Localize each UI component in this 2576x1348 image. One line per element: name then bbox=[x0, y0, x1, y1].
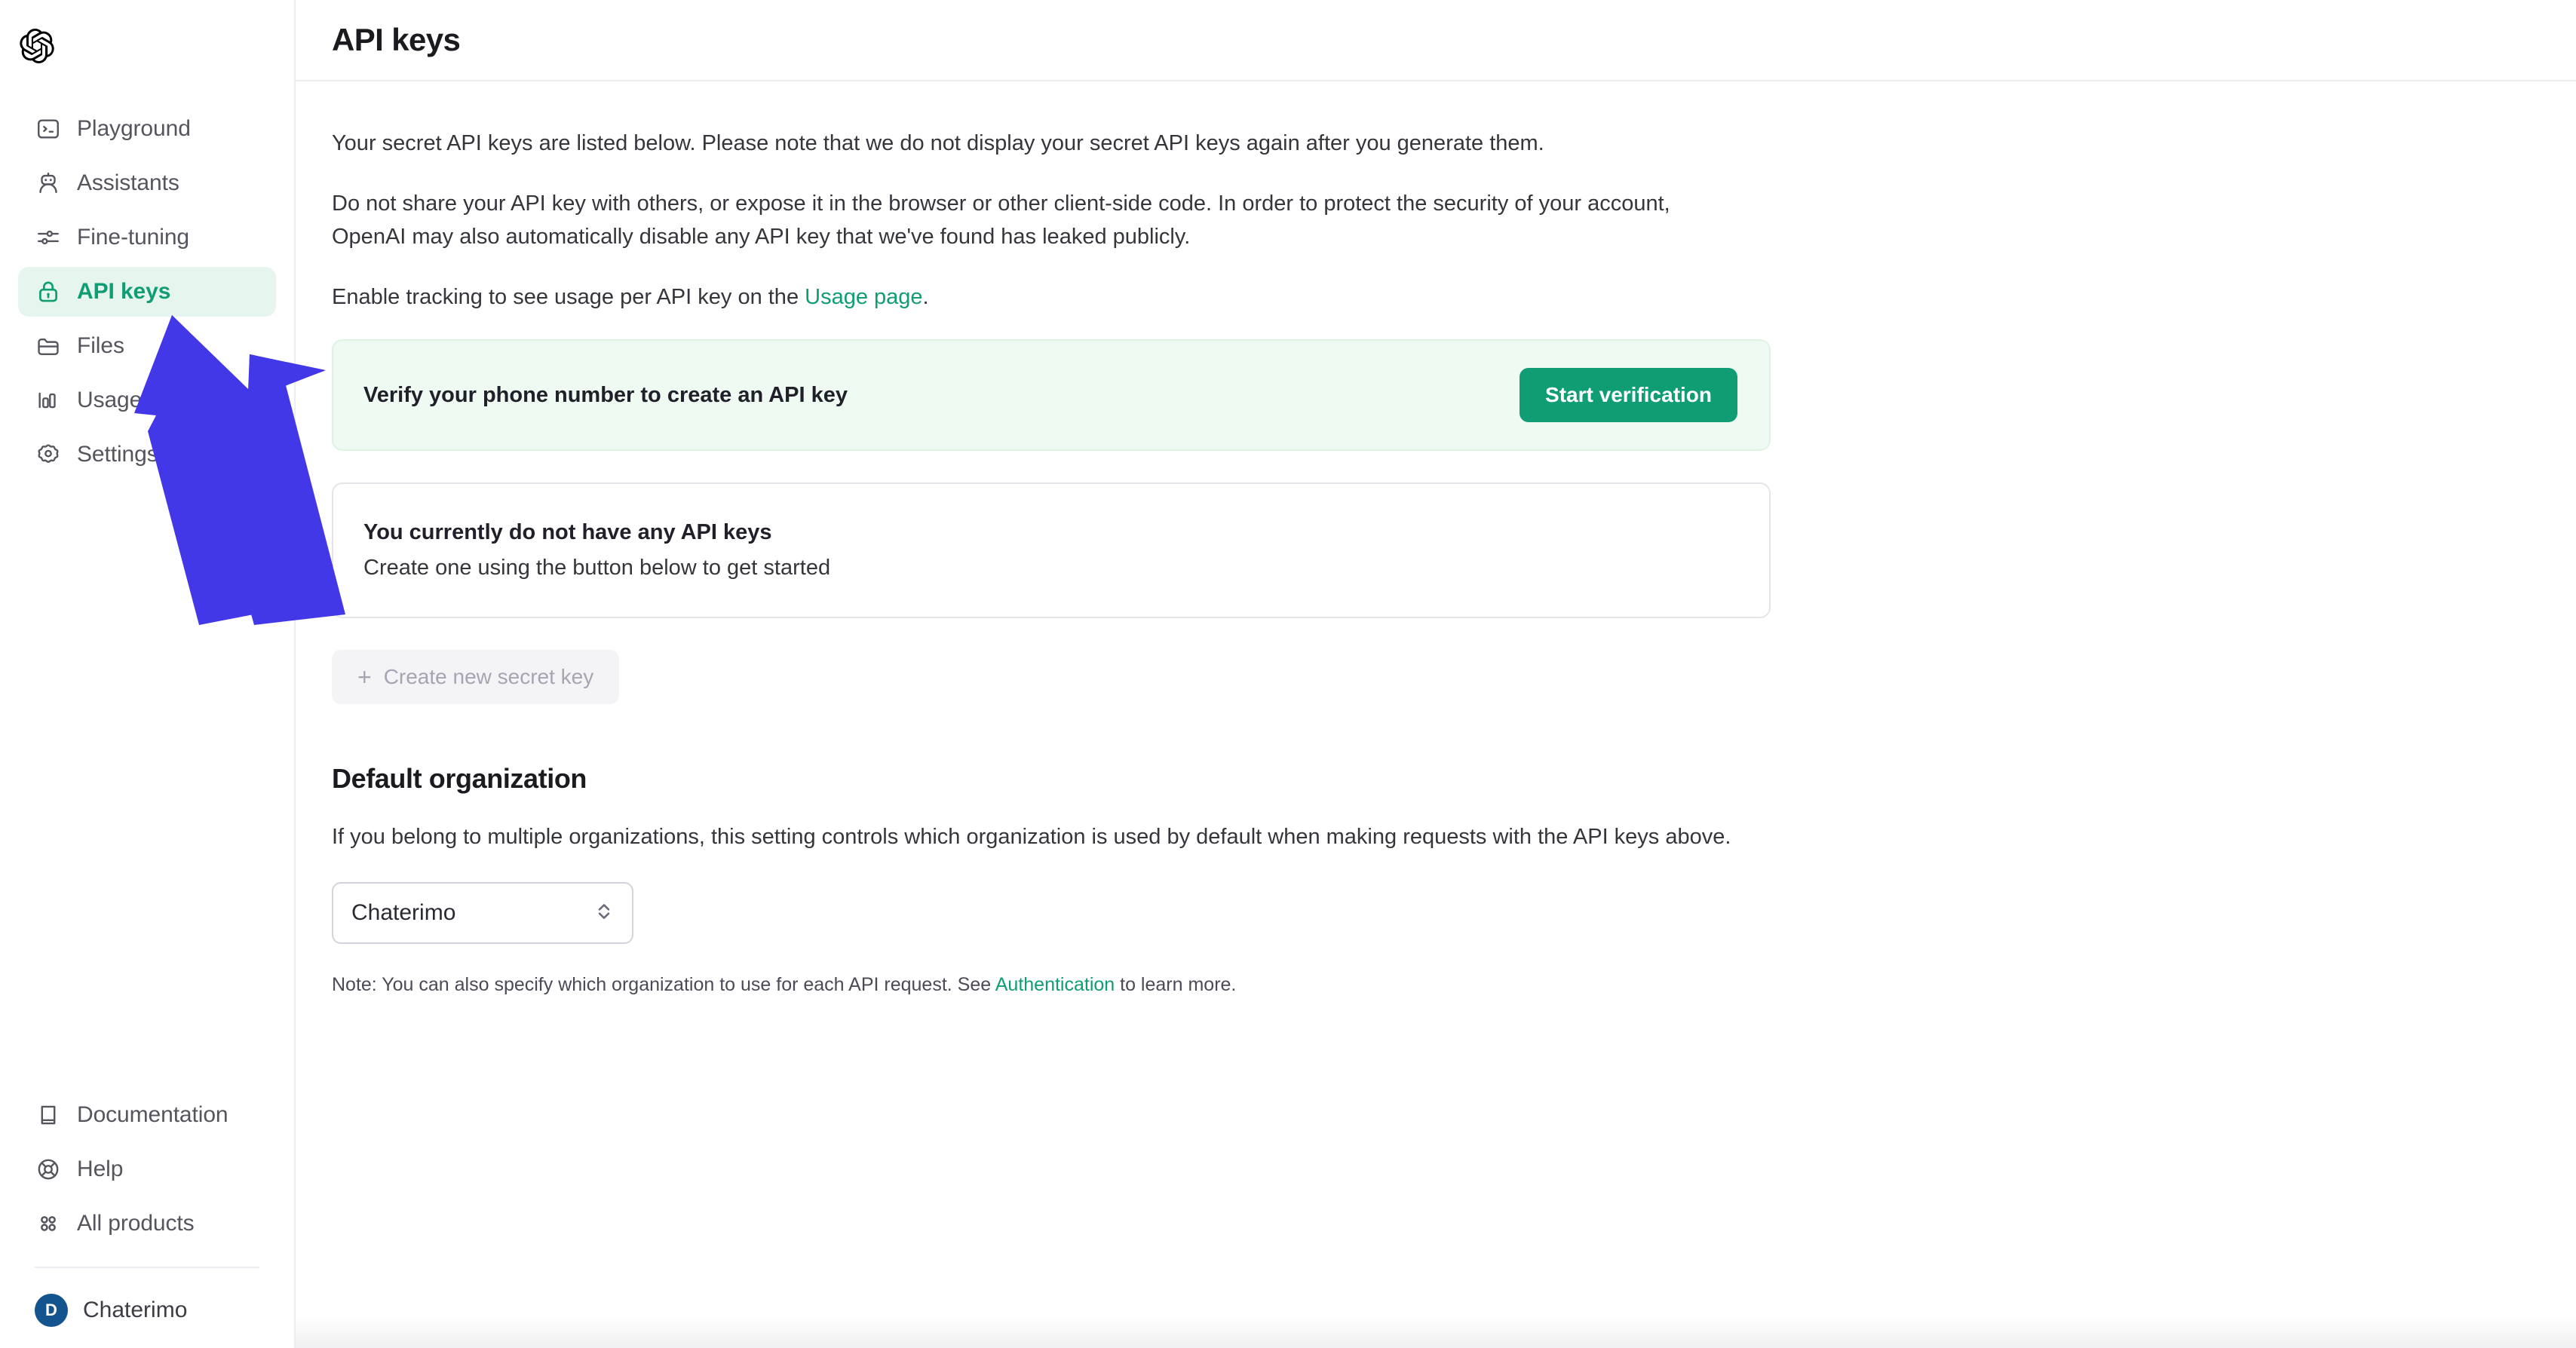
plus-icon: + bbox=[357, 663, 372, 691]
empty-state-subtitle: Create one using the button below to get… bbox=[363, 556, 831, 581]
create-key-label: Create new secret key bbox=[383, 665, 594, 689]
sidebar-item-documentation[interactable]: Documentation bbox=[18, 1090, 276, 1140]
no-api-keys-card: You currently do not have any API keys C… bbox=[332, 483, 1771, 619]
chevron-updown-icon bbox=[594, 900, 614, 927]
content-body: Your secret API keys are listed below. P… bbox=[296, 81, 1826, 996]
account-switcher[interactable]: D Chaterimo bbox=[18, 1283, 276, 1337]
usage-page-link[interactable]: Usage page bbox=[805, 285, 922, 309]
sidebar-item-label: Files bbox=[77, 333, 124, 358]
tracking-suffix: . bbox=[922, 285, 929, 310]
sidebar-item-files[interactable]: Files bbox=[18, 321, 276, 371]
account-name: Chaterimo bbox=[83, 1297, 188, 1322]
default-organization-title: Default organization bbox=[332, 763, 587, 795]
sidebar-item-label: Assistants bbox=[77, 170, 179, 195]
sidebar-item-label: All products bbox=[77, 1211, 195, 1236]
sidebar-item-label: Documentation bbox=[77, 1102, 228, 1127]
sidebar-item-settings[interactable]: Settings bbox=[18, 430, 276, 479]
tracking-paragraph: Enable tracking to see usage per API key… bbox=[332, 280, 1719, 314]
terminal-icon bbox=[35, 115, 62, 142]
page-title: API keys bbox=[332, 22, 461, 57]
sidebar-item-label: Usage bbox=[77, 388, 143, 412]
authentication-link[interactable]: Authentication bbox=[995, 974, 1115, 995]
empty-state-title: You currently do not have any API keys bbox=[363, 520, 772, 545]
folder-icon bbox=[35, 332, 62, 360]
page-header: API keys bbox=[296, 0, 2576, 81]
book-icon bbox=[35, 1101, 62, 1129]
sidebar-item-label: Fine-tuning bbox=[77, 225, 189, 250]
select-value: Chaterimo bbox=[351, 900, 456, 926]
default-organization-select[interactable]: Chaterimo bbox=[332, 882, 633, 945]
verify-phone-banner: Verify your phone number to create an AP… bbox=[332, 339, 1771, 452]
verify-banner-message: Verify your phone number to create an AP… bbox=[363, 382, 848, 407]
note-suffix: to learn more. bbox=[1115, 974, 1237, 996]
sidebar-item-usage[interactable]: Usage bbox=[18, 375, 276, 425]
sidebar-divider bbox=[35, 1267, 259, 1268]
sidebar-primary-nav: Playground Assistants Fine-tuning API ke… bbox=[0, 104, 294, 479]
tracking-prefix: Enable tracking to see usage per API key… bbox=[332, 285, 805, 310]
sliders-icon bbox=[35, 224, 62, 251]
intro-paragraph: Your secret API keys are listed below. P… bbox=[332, 131, 1544, 155]
sidebar-item-label: Settings bbox=[77, 442, 158, 467]
grid-dots-icon bbox=[35, 1210, 62, 1237]
sidebar-item-label: Playground bbox=[77, 116, 191, 141]
sidebar-item-assistants[interactable]: Assistants bbox=[18, 158, 276, 208]
sidebar-item-help[interactable]: Help bbox=[18, 1144, 276, 1194]
sidebar-item-all-products[interactable]: All products bbox=[18, 1199, 276, 1248]
warning-paragraph: Do not share your API key with others, o… bbox=[332, 191, 1670, 250]
api-keys-page: Playground Assistants Fine-tuning API ke… bbox=[0, 0, 2576, 1348]
brand-logo[interactable] bbox=[0, 17, 294, 75]
sidebar-item-label: Help bbox=[77, 1157, 124, 1181]
openai-logo-icon bbox=[20, 29, 54, 63]
note-prefix: Note: You can also specify which organiz… bbox=[332, 974, 995, 996]
sidebar-secondary-nav: Documentation Help All products D Chater… bbox=[0, 1090, 294, 1348]
lock-icon bbox=[35, 278, 62, 305]
sidebar: Playground Assistants Fine-tuning API ke… bbox=[0, 0, 296, 1348]
start-verification-button[interactable]: Start verification bbox=[1520, 368, 1737, 423]
organization-note: Note: You can also specify which organiz… bbox=[332, 974, 1790, 996]
create-new-secret-key-button[interactable]: + Create new secret key bbox=[332, 650, 620, 705]
lifebuoy-icon bbox=[35, 1156, 62, 1183]
sidebar-item-fine-tuning[interactable]: Fine-tuning bbox=[18, 213, 276, 262]
avatar: D bbox=[35, 1294, 68, 1327]
robot-icon bbox=[35, 170, 62, 197]
sidebar-item-playground[interactable]: Playground bbox=[18, 104, 276, 154]
gear-icon bbox=[35, 441, 62, 468]
main-content: API keys Your secret API keys are listed… bbox=[296, 0, 2576, 1348]
sidebar-item-label: API keys bbox=[77, 279, 171, 304]
sidebar-item-api-keys[interactable]: API keys bbox=[18, 267, 276, 317]
default-organization-description: If you belong to multiple organizations,… bbox=[332, 825, 1731, 850]
bar-chart-icon bbox=[35, 387, 62, 414]
